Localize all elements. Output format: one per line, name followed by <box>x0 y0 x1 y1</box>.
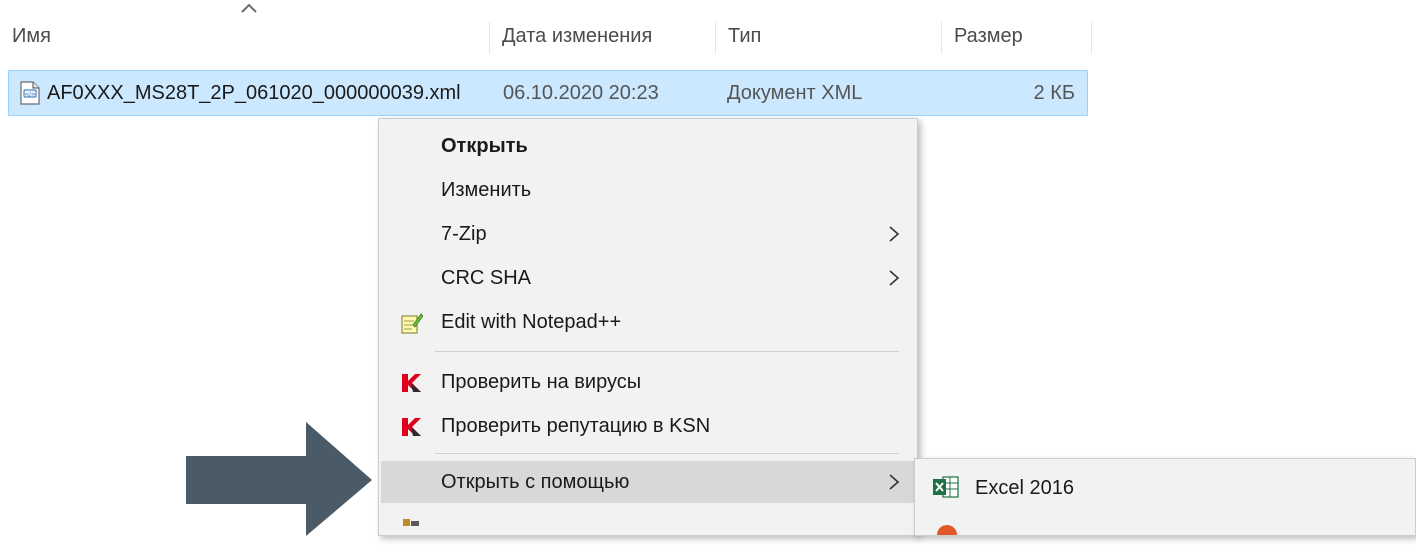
context-menu: Открыть Изменить 7-Zip CRC SHA Edit with… <box>378 118 918 536</box>
menu-item-label: Открыть <box>441 135 528 157</box>
column-divider[interactable] <box>1091 22 1092 54</box>
menu-item-crc-sha[interactable]: CRC SHA <box>381 257 915 299</box>
app-icon <box>937 525 957 535</box>
file-row[interactable]: </> AF0XXX_MS28T_2P_061020_000000039.xml… <box>8 70 1088 116</box>
file-date: 06.10.2020 20:23 <box>503 82 659 104</box>
menu-item-label: Проверить репутацию в KSN <box>441 415 711 437</box>
column-header-date-label: Дата изменения <box>502 25 653 47</box>
pointer-arrow-annotation <box>186 422 372 536</box>
column-header-type[interactable]: Тип <box>716 16 942 56</box>
open-with-submenu: Excel 2016 <box>914 458 1416 536</box>
menu-item-check-ksn[interactable]: Проверить репутацию в KSN <box>381 405 915 447</box>
column-header-name-label: Имя <box>12 25 51 47</box>
menu-item-7zip[interactable]: 7-Zip <box>381 213 915 255</box>
xml-file-icon: </> <box>20 81 40 105</box>
menu-item-open[interactable]: Открыть <box>381 125 915 167</box>
notepad-plus-plus-icon <box>401 313 423 334</box>
app-icon <box>403 519 419 526</box>
column-header-date[interactable]: Дата изменения <box>490 16 716 56</box>
column-header-row: Имя Дата изменения Тип Размер <box>0 0 1416 66</box>
submenu-item-excel[interactable]: Excel 2016 <box>975 467 1074 509</box>
file-name: AF0XXX_MS28T_2P_061020_000000039.xml <box>47 82 461 104</box>
chevron-right-icon <box>889 270 900 286</box>
menu-item-label: Проверить на вирусы <box>441 371 642 393</box>
sort-ascending-icon <box>241 3 257 13</box>
column-header-name[interactable]: Имя <box>0 16 490 56</box>
menu-item-label: 7-Zip <box>441 223 487 245</box>
menu-item-label: Открыть с помощью <box>441 471 630 493</box>
file-size: 2 КБ <box>1033 82 1075 104</box>
menu-item-label: Edit with Notepad++ <box>441 311 622 333</box>
kaspersky-icon <box>402 374 421 392</box>
menu-item-partial[interactable] <box>381 505 915 547</box>
menu-item-open-with[interactable]: Открыть с помощью <box>381 461 915 503</box>
menu-item-edit[interactable]: Изменить <box>381 169 915 211</box>
menu-item-label: CRC SHA <box>441 267 532 289</box>
svg-text:</>: </> <box>24 92 35 98</box>
column-header-size-label: Размер <box>954 25 1023 47</box>
excel-icon <box>933 476 959 498</box>
menu-item-edit-notepad[interactable]: Edit with Notepad++ <box>381 301 915 343</box>
menu-item-label: Изменить <box>441 179 532 201</box>
menu-item-scan-viruses[interactable]: Проверить на вирусы <box>381 361 915 403</box>
kaspersky-icon <box>402 418 421 436</box>
file-type: Документ XML <box>727 82 863 104</box>
column-header-size[interactable]: Размер <box>942 16 1092 56</box>
menu-separator <box>435 453 899 454</box>
column-header-type-label: Тип <box>728 25 762 47</box>
chevron-right-icon <box>889 226 900 242</box>
menu-separator <box>435 351 899 352</box>
chevron-right-icon <box>889 474 900 490</box>
